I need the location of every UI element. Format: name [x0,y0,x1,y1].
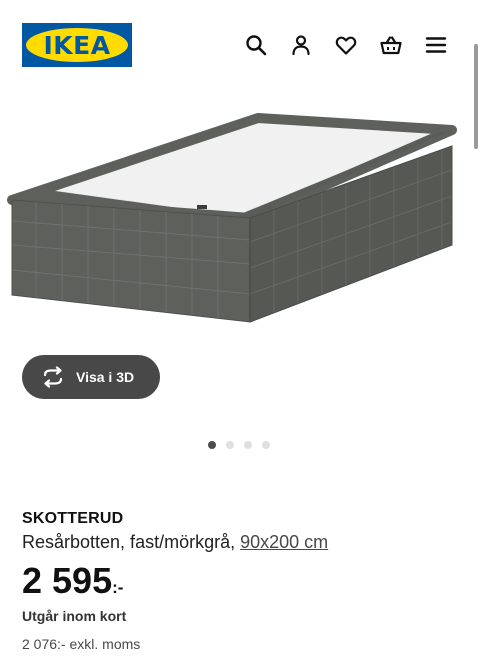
carousel-indicator [208,441,270,449]
heart-icon[interactable] [334,33,358,57]
view-in-3d-button[interactable]: Visa i 3D [22,355,160,399]
rotate-icon [43,366,63,388]
price-excl-vat: 2 076:- exkl. moms [22,636,141,652]
top-navigation-bar: IKEA [0,0,480,90]
product-name: SKOTTERUD [22,510,124,527]
basket-icon[interactable] [379,33,403,57]
logo-oval: IKEA [26,28,128,62]
price-suffix: :- [112,578,124,597]
product-description-text: Resårbotten, fast/mörkgrå, [22,532,241,552]
menu-icon[interactable] [424,33,448,57]
price-amount: 2 595 [22,560,113,601]
logo-text: IKEA [43,30,111,60]
carousel-dot[interactable] [262,441,270,449]
view-in-3d-label: Visa i 3D [76,369,135,385]
size-link[interactable]: 90x200 cm [240,532,328,552]
availability-status: Utgår inom kort [22,608,127,624]
search-icon[interactable] [244,33,268,57]
user-icon[interactable] [289,33,313,57]
carousel-dot[interactable] [244,441,252,449]
product-image[interactable] [0,100,480,360]
carousel-dot[interactable] [226,441,234,449]
ikea-logo[interactable]: IKEA [22,23,132,67]
carousel-dot[interactable] [208,441,216,449]
product-description: Resårbotten, fast/mörkgrå, 90x200 cm [22,532,328,553]
product-price: 2 595:- [22,560,123,602]
